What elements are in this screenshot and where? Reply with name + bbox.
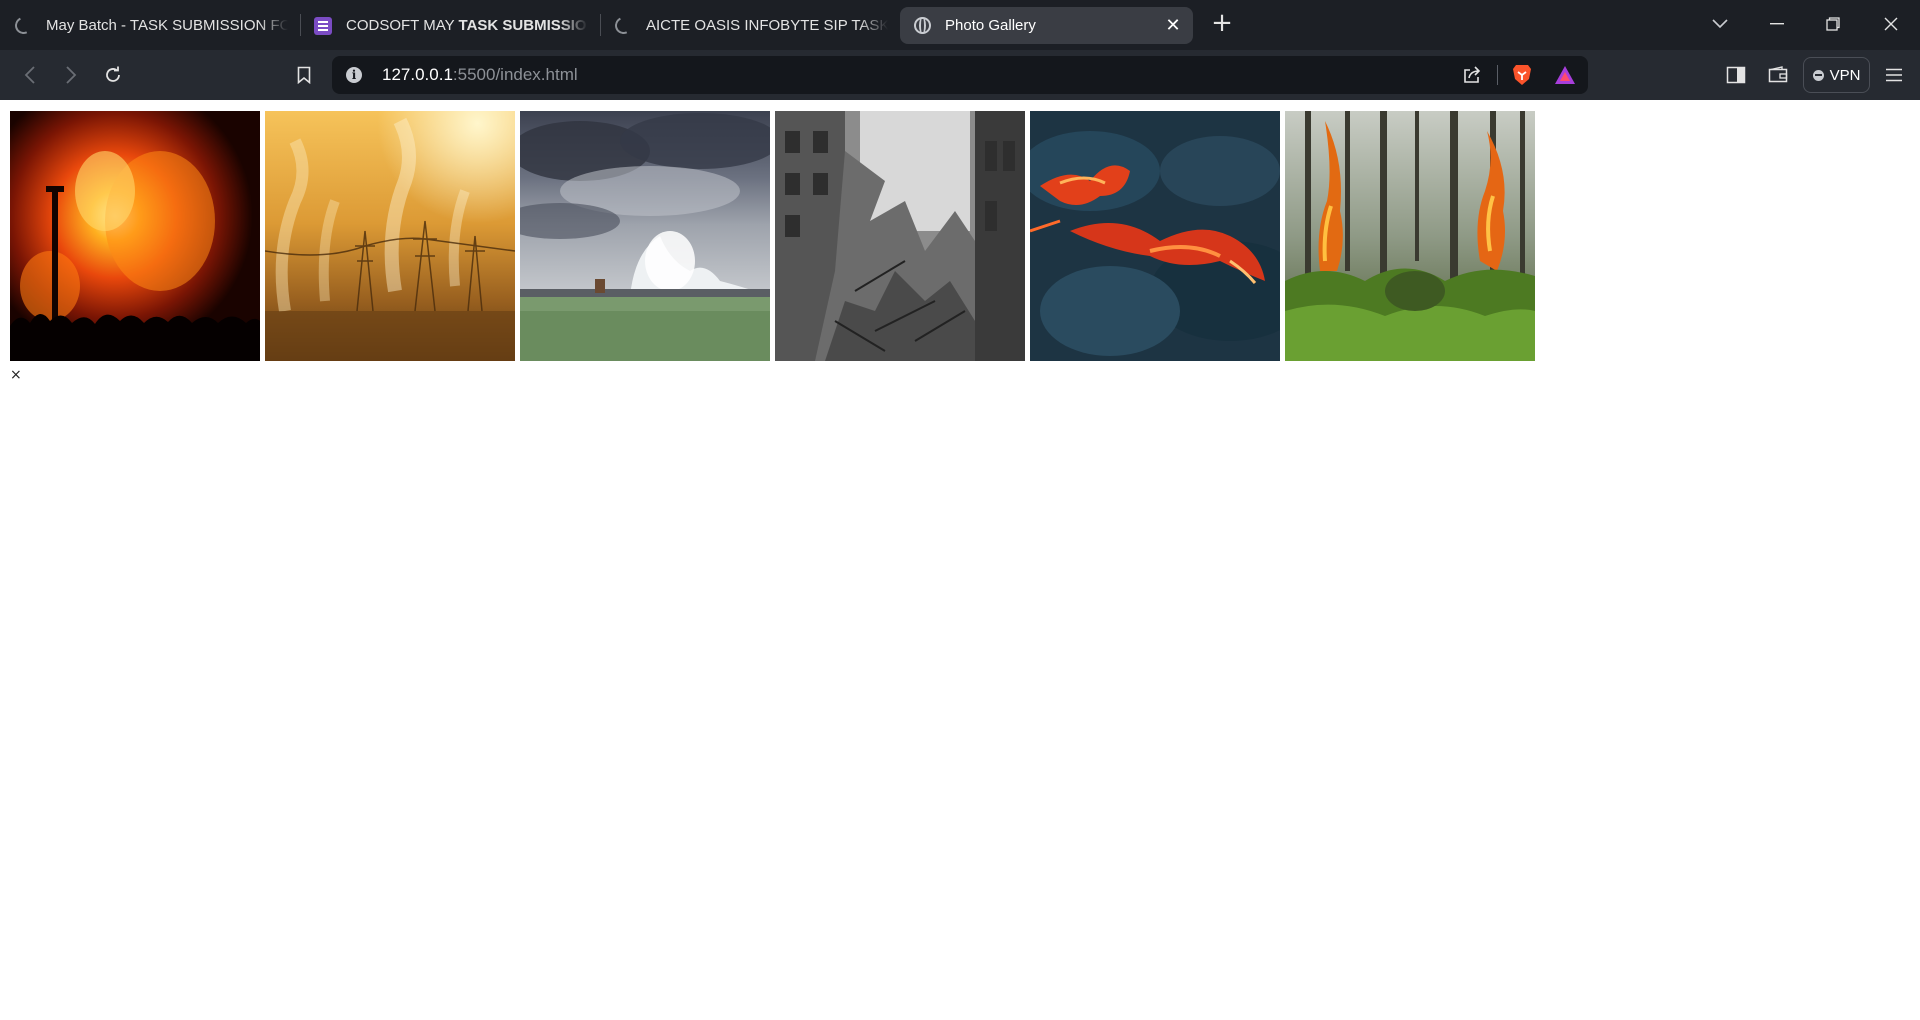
tab-title-bold: TASK SUBMISSION FORM xyxy=(458,17,588,34)
vpn-button[interactable]: VPN xyxy=(1803,57,1870,93)
wallet-icon[interactable] xyxy=(1763,60,1793,90)
gallery-photo-lava[interactable] xyxy=(1030,111,1280,361)
gallery-photo-pollution[interactable] xyxy=(265,111,515,361)
tab-search-chevron-icon[interactable] xyxy=(1703,8,1737,40)
globe-icon xyxy=(913,17,931,35)
gallery-photo-rubble[interactable] xyxy=(775,111,1025,361)
new-tab-plus-icon[interactable]: + xyxy=(1209,10,1235,36)
tab-title-plain: CODSOFT MAY xyxy=(346,17,459,34)
web-page: × xyxy=(0,100,1920,1020)
reload-icon[interactable] xyxy=(98,60,128,90)
brave-shields-icon[interactable] xyxy=(1512,63,1532,92)
site-info-icon[interactable]: i xyxy=(346,67,362,83)
tab-codsoft[interactable]: CODSOFT MAY TASK SUBMISSION FORM xyxy=(310,7,598,44)
forward-arrow-icon[interactable] xyxy=(56,60,86,90)
tab-separator xyxy=(600,14,601,36)
loading-spinner-icon xyxy=(12,14,34,37)
gallery-photo-fire[interactable] xyxy=(10,111,260,361)
gallery-photo-forest-fire[interactable] xyxy=(1285,111,1535,361)
vpn-status-icon xyxy=(1812,69,1824,81)
tab-title: May Batch - TASK SUBMISSION FORM xyxy=(46,17,288,34)
close-icon[interactable]: × xyxy=(10,367,22,383)
share-icon[interactable] xyxy=(1462,65,1482,90)
bookmark-icon[interactable] xyxy=(289,60,319,90)
vpn-label: VPN xyxy=(1829,66,1861,84)
photo-gallery xyxy=(10,111,1535,361)
tab-separator xyxy=(300,14,301,36)
tab-title: CODSOFT MAY TASK SUBMISSION FORM xyxy=(346,17,588,34)
url-text[interactable]: 127.0.0.1:5500/index.html xyxy=(382,65,578,85)
omnibox-separator xyxy=(1497,65,1498,85)
minimize-icon[interactable] xyxy=(1760,8,1794,40)
gallery-photo-storm[interactable] xyxy=(520,111,770,361)
browser-toolbar: i 127.0.0.1:5500/index.html VPN xyxy=(0,50,1920,100)
tab-title: Photo Gallery xyxy=(945,17,1036,34)
url-path: :5500/index.html xyxy=(452,65,578,84)
tab-photo-gallery[interactable]: Photo Gallery ✕ xyxy=(900,7,1193,44)
google-forms-icon xyxy=(314,16,332,35)
tab-aicte[interactable]: AICTE OASIS INFOBYTE SIP TASK LIST xyxy=(610,7,898,44)
menu-hamburger-icon[interactable] xyxy=(1879,60,1909,90)
restore-icon[interactable] xyxy=(1816,8,1850,40)
tab-title: AICTE OASIS INFOBYTE SIP TASK LIST xyxy=(646,17,888,34)
back-arrow-icon[interactable] xyxy=(15,60,45,90)
tab-may-batch[interactable]: May Batch - TASK SUBMISSION FORM xyxy=(10,7,298,44)
sidebar-toggle-icon[interactable] xyxy=(1721,60,1751,90)
close-tab-icon[interactable]: ✕ xyxy=(1163,16,1183,36)
url-host: 127.0.0.1 xyxy=(382,65,453,84)
loading-spinner-icon xyxy=(612,14,634,37)
address-bar[interactable]: i 127.0.0.1:5500/index.html xyxy=(332,56,1588,94)
brave-rewards-icon[interactable] xyxy=(1554,65,1576,90)
close-window-icon[interactable] xyxy=(1874,8,1908,40)
tab-strip: May Batch - TASK SUBMISSION FORM CODSOFT… xyxy=(0,0,1920,50)
